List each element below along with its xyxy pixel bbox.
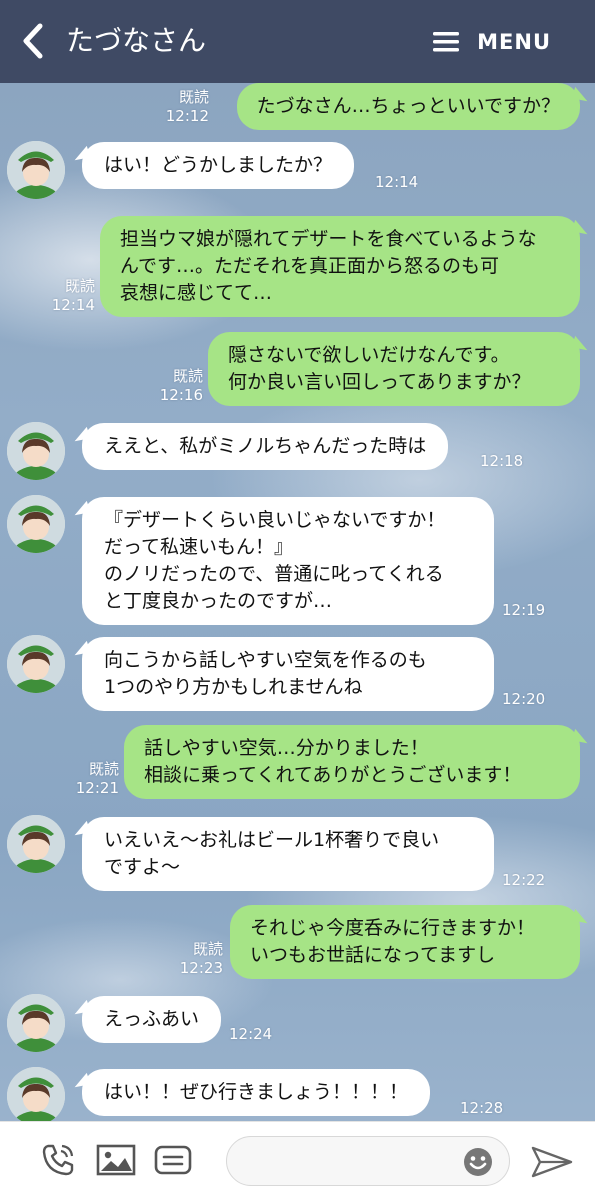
menu-label: MENU bbox=[477, 30, 551, 54]
image-icon bbox=[96, 1144, 136, 1176]
message-time: 12:22 bbox=[502, 871, 546, 889]
avatar[interactable] bbox=[7, 141, 65, 199]
message-template-icon bbox=[154, 1145, 192, 1175]
message-bubble-incoming[interactable]: いえいえ〜お礼はビール1杯奢りで良い ですよ〜 bbox=[82, 817, 494, 891]
message-bubble-incoming[interactable]: 『デザートくらい良いじゃないですか！ だって私速いもん！』 のノリだったので、普… bbox=[82, 497, 494, 625]
avatar-icon bbox=[7, 1067, 65, 1121]
message-time: 12:19 bbox=[502, 601, 546, 619]
message-meta: 既読 12:12 bbox=[149, 88, 209, 126]
chevron-left-icon bbox=[23, 23, 43, 59]
message-time: 12:24 bbox=[229, 1025, 273, 1043]
message-bubble-incoming[interactable]: 向こうから話しやすい空気を作るのも 1つのやり方かもしれませんね bbox=[82, 637, 494, 711]
avatar-icon bbox=[7, 495, 65, 553]
message-bubble-incoming[interactable]: はい！！ぜひ行きましょう！！！！ bbox=[82, 1069, 431, 1116]
avatar[interactable] bbox=[7, 635, 65, 693]
template-button[interactable] bbox=[154, 1142, 192, 1182]
avatar-icon bbox=[7, 422, 65, 480]
message-bubble-outgoing[interactable]: 隠さないで欲しいだけなんです。 何か良い言い回しってありますか？ bbox=[208, 332, 580, 406]
message-time: 12:23 bbox=[179, 959, 223, 977]
message-bubble-incoming[interactable]: はい！どうかしましたか？ bbox=[82, 142, 355, 189]
message-time: 12:14 bbox=[51, 296, 95, 314]
message-meta: 既読 12:23 bbox=[163, 940, 223, 978]
phone-icon bbox=[42, 1144, 74, 1176]
message-meta: 既読 12:21 bbox=[59, 760, 119, 798]
message-meta: 既読 12:16 bbox=[143, 367, 203, 405]
input-bar bbox=[0, 1121, 595, 1201]
message-time: 12:18 bbox=[480, 452, 524, 470]
avatar-icon bbox=[7, 815, 65, 873]
hamburger-icon bbox=[433, 32, 460, 52]
chat-header: たづなさん MENU bbox=[0, 0, 595, 83]
message-meta: 既読 12:14 bbox=[35, 277, 95, 315]
smiley-icon bbox=[464, 1148, 492, 1176]
avatar-icon bbox=[7, 994, 65, 1052]
message-time: 12:20 bbox=[502, 690, 546, 708]
message-time: 12:16 bbox=[159, 386, 203, 404]
emoji-button[interactable] bbox=[462, 1146, 494, 1178]
read-receipt: 既読 bbox=[172, 367, 203, 385]
message-bubble-outgoing[interactable]: それじゃ今度呑みに行きますか！ いつもお世話になってますし bbox=[230, 905, 580, 979]
message-time: 12:21 bbox=[75, 779, 119, 797]
read-receipt: 既読 bbox=[88, 760, 119, 778]
message-time: 12:28 bbox=[460, 1099, 504, 1117]
message-bubble-incoming[interactable]: ええと、私がミノルちゃんだった時は bbox=[82, 423, 449, 470]
message-time: 12:12 bbox=[165, 107, 209, 125]
send-button[interactable] bbox=[530, 1144, 574, 1180]
menu-button[interactable]: MENU bbox=[433, 24, 551, 60]
image-button[interactable] bbox=[96, 1142, 136, 1182]
avatar[interactable] bbox=[7, 495, 65, 553]
read-receipt: 既読 bbox=[64, 277, 95, 295]
chat-title: たづなさん bbox=[66, 24, 207, 57]
avatar[interactable] bbox=[7, 1067, 65, 1121]
avatar-icon bbox=[7, 141, 65, 199]
avatar[interactable] bbox=[7, 815, 65, 873]
message-list[interactable]: 既読 12:12 たづなさん…ちょっといいですか？ はい！どうかしましたか？ 1… bbox=[0, 83, 595, 1121]
message-time: 12:14 bbox=[375, 173, 419, 191]
message-bubble-outgoing[interactable]: 話しやすい空気…分かりました！ 相談に乗ってくれてありがとうございます！ bbox=[124, 725, 580, 799]
message-bubble-incoming[interactable]: えっふあい bbox=[82, 996, 222, 1043]
avatar[interactable] bbox=[7, 994, 65, 1052]
call-button[interactable] bbox=[40, 1142, 76, 1182]
avatar[interactable] bbox=[7, 422, 65, 480]
read-receipt: 既読 bbox=[192, 940, 223, 958]
message-bubble-outgoing[interactable]: 担当ウマ娘が隠れてデザートを食べているような んです…。ただそれを真正面から怒る… bbox=[100, 216, 580, 317]
message-bubble-outgoing[interactable]: たづなさん…ちょっといいですか？ bbox=[236, 83, 580, 130]
send-icon bbox=[531, 1146, 573, 1178]
back-button[interactable] bbox=[18, 22, 52, 60]
read-receipt: 既読 bbox=[178, 88, 209, 106]
avatar-icon bbox=[7, 635, 65, 693]
